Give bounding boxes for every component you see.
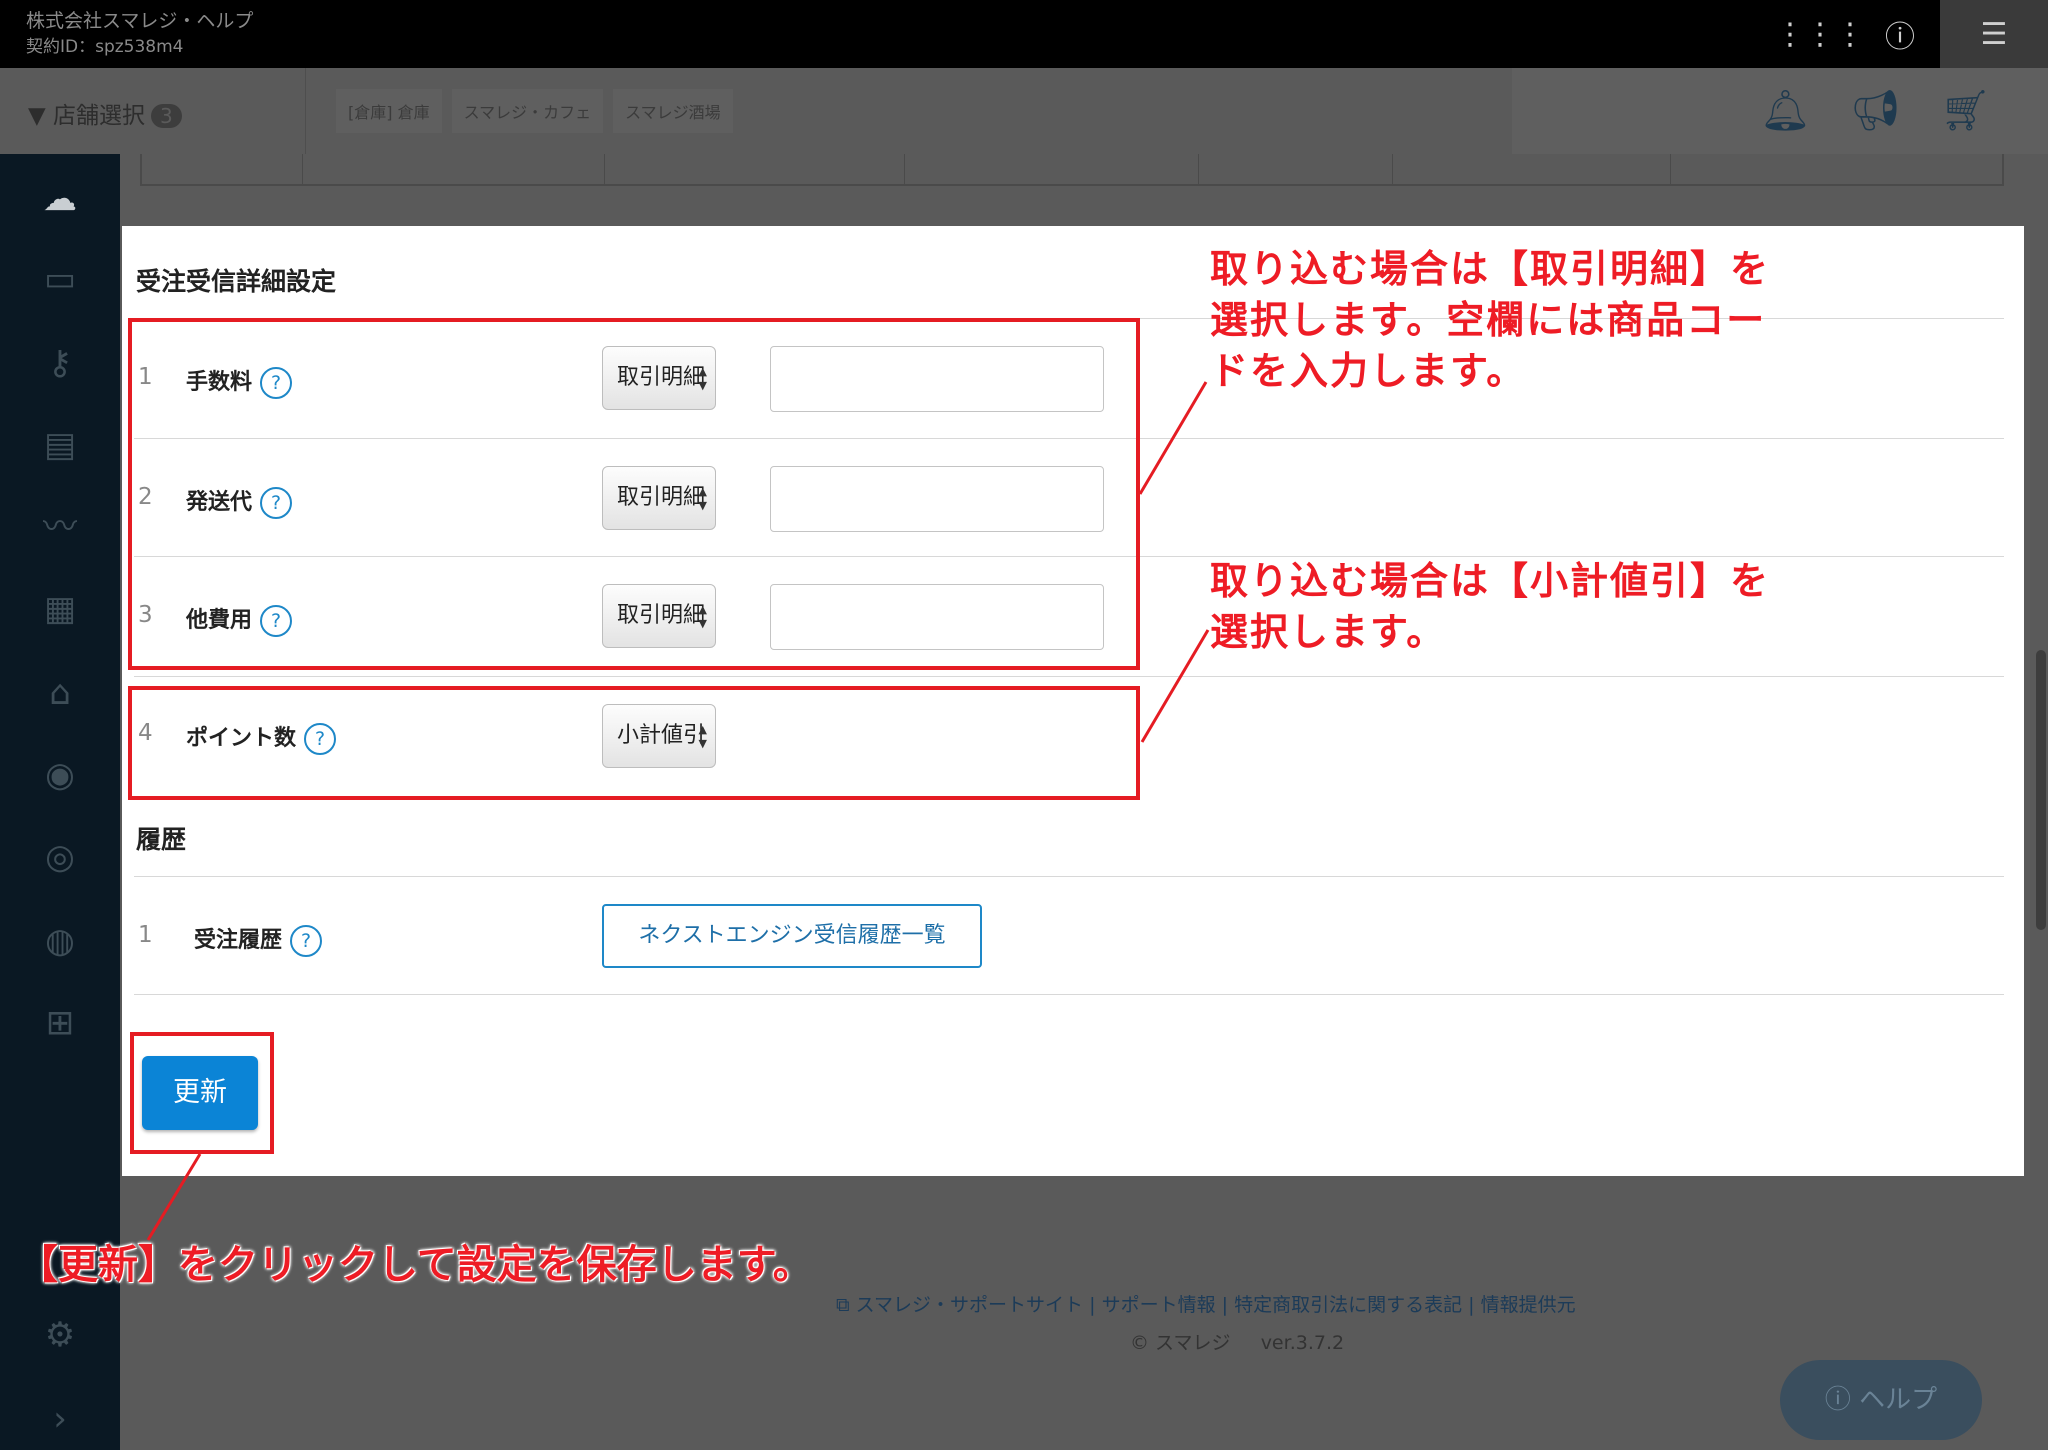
report-icon[interactable]: ▦ [30,584,90,634]
bell-icon[interactable]: 🔔︎ [1760,86,1811,136]
annotation-box-update [130,1032,274,1154]
store-select-dropdown[interactable]: ▼ 店舗選択 3 [28,96,182,130]
footer-link-info-provider[interactable]: 情報提供元 [1481,1294,1576,1316]
order-history-label: 受注履歴 [194,928,283,953]
hamburger-menu-icon[interactable]: ☰ [1940,0,2048,68]
store-tabs: [倉庫] 倉庫 スマレジ・カフェ スマレジ酒場 [305,68,733,154]
store-tab-warehouse[interactable]: [倉庫] 倉庫 [336,89,442,133]
book-icon[interactable]: ▤ [30,420,90,470]
annotation-box-detail-rows [128,318,1140,670]
user-icon[interactable]: ◉ [30,750,90,800]
table-strip [140,154,2004,186]
company-name: 株式会社スマレジ・ヘルプ [26,10,254,32]
annotation-note-detail: 取り込む場合は【取引明細】を 選択します。空欄には商品コー ドを入力します。 [1210,244,1770,397]
footer-link-support-info[interactable]: サポート情報 [1102,1294,1216,1316]
notification-panel: 🔔︎ 📢︎ 🛒︎ [1512,68,2048,154]
scrollbar[interactable] [2036,650,2046,930]
footer-separator: | [1221,1294,1229,1316]
footer-link-legal[interactable]: 特定商取引法に関する表記 [1234,1294,1462,1316]
annotation-line: ドを入力します。 [1210,349,1527,393]
archive-icon[interactable]: ▭ [30,254,90,304]
row-label-order-history: 受注履歴? [194,922,323,957]
contract-id: 契約ID：spz538m4 [26,37,184,57]
external-link-icon: ⧉ [836,1294,850,1316]
copyright-text: © スマレジ [1130,1332,1231,1354]
top-bar: 株式会社スマレジ・ヘルプ 契約ID：spz538m4 ⋮⋮⋮ ⓘ ☰ [0,0,2048,68]
chevron-right-icon[interactable]: › [30,1394,90,1444]
help-button-label: ヘルプ [1859,1385,1938,1415]
target-icon[interactable]: ◎ [30,832,90,882]
annotation-note-discount: 取り込む場合は【小計値引】を 選択します。 [1210,556,1770,658]
annotation-note-update: 【更新】をクリックして設定を保存します。 [18,1242,813,1288]
footer-links: ⧉ スマレジ・サポートサイト | サポート情報 | 特定商取引法に関する表記 |… [836,1290,1576,1317]
store-icon[interactable]: ⌂ [30,668,90,718]
annotation-line: 取り込む場合は【小計値引】を [1210,559,1771,603]
footer-separator: | [1468,1294,1475,1316]
question-circle-icon: ⓘ [1824,1385,1851,1415]
megaphone-icon[interactable]: 📢︎ [1850,86,1901,136]
chart-icon[interactable]: 〰 [30,502,90,552]
apps-grid-icon[interactable]: ⋮⋮⋮ [1775,0,1865,68]
store-tab-cafe[interactable]: スマレジ・カフェ [451,89,604,133]
store-select-label: 店舗選択 [53,103,146,129]
cart-icon[interactable]: 🛒︎ [1940,86,1991,136]
help-float-button[interactable]: ⓘ ヘルプ [1780,1360,1982,1440]
annotation-box-points-row [128,686,1140,800]
footer-separator: | [1089,1294,1096,1316]
annotation-line: 選択します。 [1210,610,1447,654]
footer-copyright: © スマレジ ver.3.7.2 [1130,1328,1344,1355]
key-icon[interactable]: ⚷ [30,338,90,388]
section-title-history: 履歴 [136,825,187,854]
info-icon[interactable]: ⓘ [1860,0,1940,68]
next-engine-history-button[interactable]: ネクストエンジン受信履歴一覧 [602,904,982,968]
row-number: 1 [138,922,153,948]
version-text: ver.3.7.2 [1260,1332,1345,1354]
cloud-icon[interactable]: ☁ [30,174,90,224]
gear-icon[interactable]: ⚙ [30,1310,90,1360]
member-icon[interactable]: ◍ [30,916,90,966]
caret-down-icon: ▼ [28,103,46,129]
annotation-line: 選択します。空欄には商品コー [1210,298,1767,342]
grid-icon[interactable]: ⊞ [30,998,90,1048]
help-icon[interactable]: ? [290,925,323,957]
store-tab-bar[interactable]: スマレジ酒場 [613,89,733,133]
annotation-line: 取り込む場合は【取引明細】を [1210,247,1771,291]
section-title-order-settings: 受注受信詳細設定 [136,267,337,296]
store-count-badge: 3 [151,104,182,128]
footer-link-support-site[interactable]: スマレジ・サポートサイト [856,1294,1083,1316]
